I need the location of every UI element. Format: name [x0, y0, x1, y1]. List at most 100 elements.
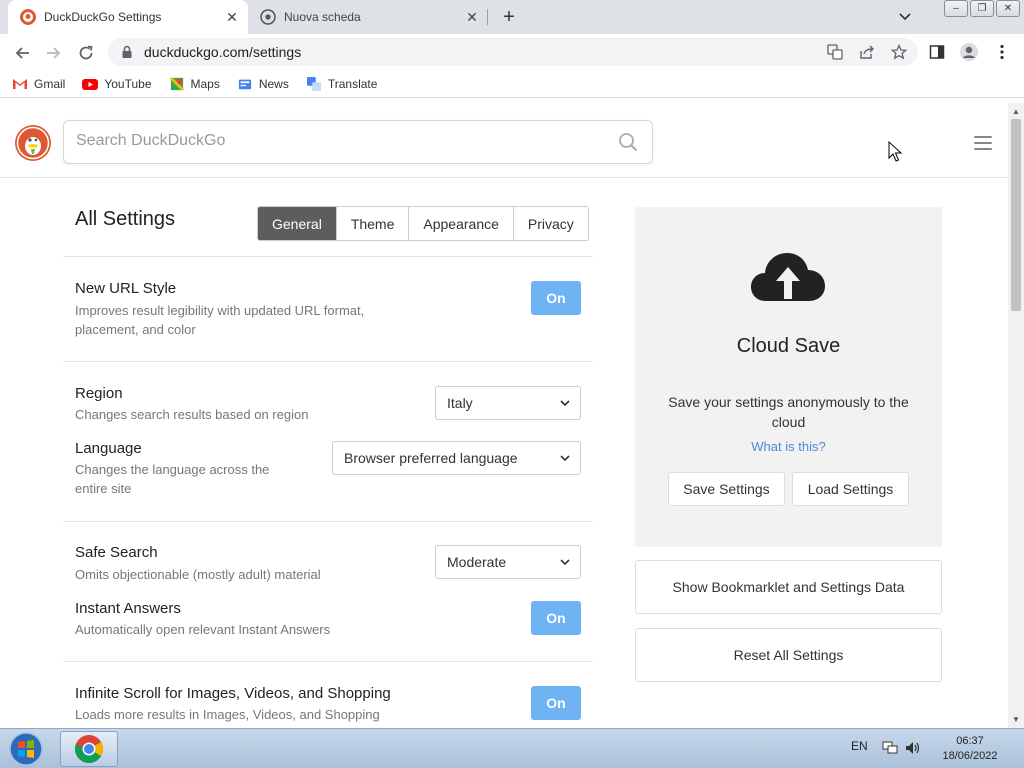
- scroll-down-icon[interactable]: ▼: [1008, 712, 1024, 726]
- tab-separator: [487, 9, 488, 25]
- cloud-save-card: Cloud Save Save your settings anonymousl…: [635, 207, 942, 547]
- chrome-favicon-icon: [260, 9, 276, 25]
- search-box[interactable]: [63, 120, 653, 164]
- page-scrollbar[interactable]: ▲ ▼: [1008, 103, 1024, 728]
- save-settings-button[interactable]: Save Settings: [668, 472, 785, 506]
- translate-page-icon[interactable]: [826, 44, 844, 60]
- tab-general[interactable]: General: [258, 207, 336, 240]
- instant-answers-toggle[interactable]: On: [531, 601, 581, 635]
- bookmark-star-icon[interactable]: [890, 44, 908, 60]
- show-bookmarklet-button[interactable]: Show Bookmarklet and Settings Data: [635, 560, 942, 614]
- duckduckgo-favicon-icon: [20, 9, 36, 25]
- bookmark-maps[interactable]: Maps: [169, 76, 220, 91]
- news-icon: [238, 79, 251, 89]
- new-tab-icon[interactable]: +: [498, 6, 520, 28]
- clock-date: 18/06/2022: [942, 750, 998, 762]
- bookmarks-bar: Gmail YouTube Maps News Translate: [0, 70, 1024, 98]
- infinite-scroll-toggle[interactable]: On: [531, 686, 581, 720]
- search-input[interactable]: [76, 121, 606, 161]
- region-title: Region: [75, 385, 123, 402]
- url-style-toggle[interactable]: On: [531, 281, 581, 315]
- taskbar-chrome-button[interactable]: [60, 731, 118, 767]
- share-icon[interactable]: [858, 44, 876, 60]
- page-content: All Settings General Theme Appearance Pr…: [0, 103, 1008, 728]
- language-title: Language: [75, 440, 142, 457]
- reload-icon[interactable]: [74, 41, 98, 65]
- chevron-down-icon: [560, 455, 570, 462]
- mouse-pointer-icon: [888, 141, 902, 162]
- side-panel-icon[interactable]: [926, 41, 948, 63]
- tab-appearance[interactable]: Appearance: [408, 207, 513, 240]
- url-style-desc: Improves result legibility with updated …: [75, 303, 365, 337]
- back-icon[interactable]: [10, 41, 34, 65]
- instant-answers-title: Instant Answers: [75, 600, 181, 617]
- chevron-down-icon: [560, 400, 570, 407]
- region-value: Italy: [447, 395, 473, 411]
- cloud-save-title: Cloud Save: [736, 335, 841, 357]
- bookmark-youtube[interactable]: YouTube: [82, 77, 152, 91]
- scroll-thumb[interactable]: [1011, 119, 1021, 311]
- infinite-scroll-title: Infinite Scroll for Images, Videos, and …: [75, 685, 391, 702]
- scroll-up-icon[interactable]: ▲: [1008, 104, 1024, 118]
- minimize-icon[interactable]: –: [944, 0, 968, 17]
- language-indicator[interactable]: EN: [851, 739, 868, 753]
- reset-settings-button[interactable]: Reset All Settings: [635, 628, 942, 682]
- language-value: Browser preferred language: [344, 450, 518, 466]
- divider: [63, 521, 593, 522]
- restore-icon[interactable]: ❐: [970, 0, 994, 17]
- tab-theme[interactable]: Theme: [335, 207, 409, 240]
- safe-search-desc: Omits objectionable (mostly adult) mater…: [75, 567, 321, 582]
- close-tab-icon[interactable]: ✕: [222, 7, 242, 27]
- page-title: All Settings: [75, 208, 176, 230]
- tab-search-chevron-icon[interactable]: [896, 8, 914, 26]
- language-select[interactable]: Browser preferred language: [332, 441, 581, 475]
- bookmark-gmail[interactable]: Gmail: [12, 77, 65, 91]
- browser-tab-strip: DuckDuckGo Settings ✕ Nuova scheda ✕ + –…: [0, 0, 1024, 34]
- youtube-icon: [82, 78, 99, 90]
- duckduckgo-logo-icon[interactable]: [15, 125, 51, 161]
- forward-icon[interactable]: [42, 41, 66, 65]
- safe-search-select[interactable]: Moderate: [435, 545, 581, 579]
- chevron-down-icon: [560, 559, 570, 566]
- maps-icon: [169, 76, 184, 91]
- close-window-icon[interactable]: ✕: [996, 0, 1020, 17]
- window-controls: – ❐ ✕: [942, 0, 1020, 20]
- hamburger-menu-icon[interactable]: [974, 136, 992, 150]
- region-desc: Changes search results based on region: [75, 407, 309, 422]
- region-select[interactable]: Italy: [435, 386, 581, 420]
- infinite-scroll-desc: Loads more results in Images, Videos, an…: [75, 707, 380, 722]
- chrome-icon: [74, 735, 103, 763]
- search-icon[interactable]: [618, 132, 638, 152]
- translate-icon: [306, 76, 321, 91]
- browser-menu-icon[interactable]: [991, 41, 1013, 63]
- instant-answers-desc: Automatically open relevant Instant Answ…: [75, 622, 331, 637]
- address-bar[interactable]: duckduckgo.com/settings: [108, 38, 918, 66]
- cloud-save-desc: Save your settings anonymously to the cl…: [668, 394, 909, 430]
- close-tab-icon[interactable]: ✕: [462, 7, 482, 27]
- bookmark-news[interactable]: News: [237, 77, 289, 91]
- lock-icon: [122, 45, 132, 58]
- safe-search-title: Safe Search: [75, 544, 158, 561]
- settings-tabs: General Theme Appearance Privacy: [257, 206, 589, 241]
- tab-title: Nuova scheda: [284, 10, 361, 24]
- load-settings-button[interactable]: Load Settings: [792, 472, 909, 506]
- tab-duckduckgo-settings[interactable]: DuckDuckGo Settings ✕: [8, 0, 248, 34]
- bookmark-translate[interactable]: Translate: [306, 76, 377, 91]
- language-desc: Changes the language across the entire s…: [75, 462, 270, 496]
- divider: [63, 361, 593, 362]
- windows-start-icon[interactable]: [6, 731, 46, 767]
- divider: [63, 256, 593, 257]
- gmail-icon: [12, 77, 28, 90]
- tab-nuova-scheda[interactable]: Nuova scheda ✕: [248, 0, 488, 34]
- ddg-header: [0, 103, 1008, 178]
- url-style-title: New URL Style: [75, 280, 177, 297]
- system-clock[interactable]: 06:37 18/06/2022: [930, 734, 1010, 764]
- what-is-this-link[interactable]: What is this?: [635, 439, 942, 454]
- volume-icon[interactable]: [905, 741, 921, 755]
- url-text: duckduckgo.com/settings: [144, 44, 302, 60]
- windows-taskbar: EN 06:37 18/06/2022: [0, 728, 1024, 768]
- profile-avatar-icon[interactable]: [958, 41, 980, 63]
- tab-privacy[interactable]: Privacy: [512, 207, 588, 240]
- network-icon[interactable]: [882, 741, 898, 755]
- browser-toolbar: duckduckgo.com/settings: [0, 34, 1024, 70]
